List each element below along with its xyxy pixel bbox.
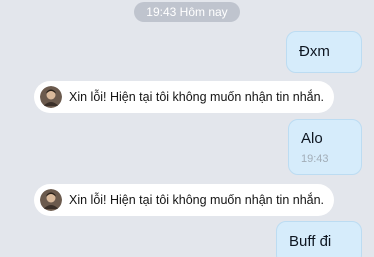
auto-reply-text: Xin lỗi! Hiện tại tôi không muốn nhận ti… <box>69 193 325 207</box>
auto-reply-text: Xin lỗi! Hiện tại tôi không muốn nhận ti… <box>69 90 325 104</box>
outgoing-message[interactable]: Đxm <box>286 31 362 73</box>
message-text: Buff đi <box>289 233 332 250</box>
date-separator: 19:43 Hôm nay <box>134 2 240 22</box>
auto-reply-message: Xin lỗi! Hiện tại tôi không muốn nhận ti… <box>34 81 335 113</box>
message-text: Đxm <box>299 43 330 60</box>
auto-reply-message: Xin lỗi! Hiện tại tôi không muốn nhận ti… <box>34 184 335 216</box>
message-time: 19:43 <box>301 153 329 165</box>
user-avatar-icon[interactable] <box>40 86 62 108</box>
message-text: Alo <box>301 130 323 147</box>
outgoing-message[interactable]: Buff đi <box>276 221 362 257</box>
outgoing-message[interactable]: Alo 19:43 <box>288 119 362 175</box>
user-avatar-icon[interactable] <box>40 189 62 211</box>
